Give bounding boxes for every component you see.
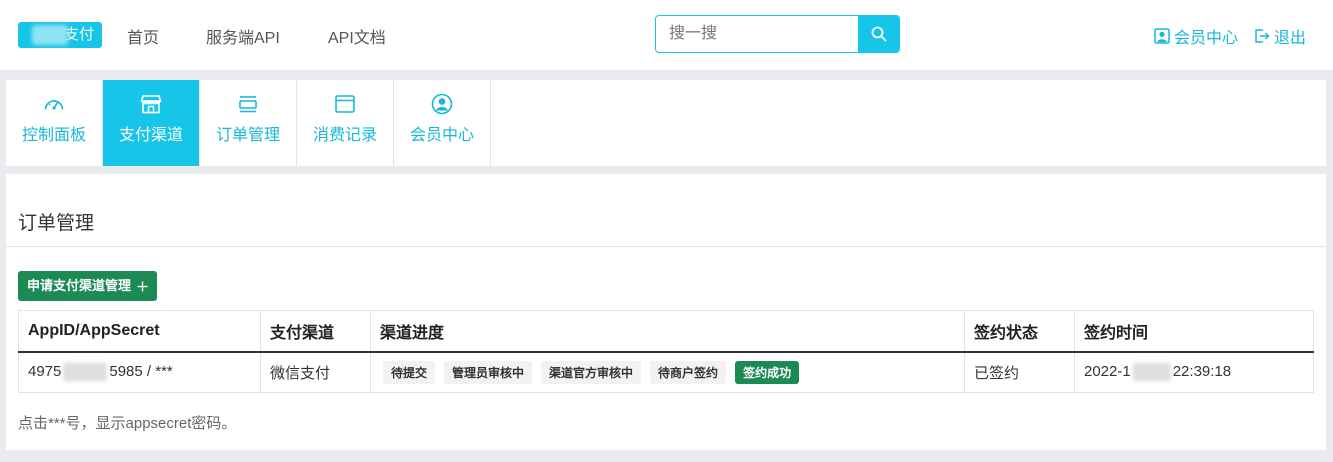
- col-appid: AppID/AppSecret: [18, 310, 261, 353]
- logo[interactable]: 支付: [18, 22, 102, 48]
- logout-icon: [1255, 29, 1270, 43]
- time-suffix: 22:39:18: [1172, 363, 1232, 381]
- tab-dashboard[interactable]: 控制面板: [6, 80, 103, 166]
- table-header-row: AppID/AppSecret 支付渠道 渠道进度 签约状态 签约时间: [18, 310, 1314, 353]
- tab-label: 消费记录: [312, 127, 377, 144]
- progress-step: 待商户签约: [650, 360, 727, 384]
- logout-link[interactable]: 退出: [1254, 24, 1306, 48]
- store-icon: [140, 93, 162, 115]
- time-prefix: 2022-1: [1084, 363, 1131, 381]
- apply-button-label: 申请支付渠道管理: [27, 278, 132, 293]
- appid-cell[interactable]: 4975 5985 / ***: [18, 351, 261, 393]
- col-progress: 渠道进度: [370, 310, 965, 353]
- progress-cell: 待提交 管理员审核中 渠道官方审核中 待商户签约 签约成功: [370, 351, 965, 393]
- col-time: 签约时间: [1074, 310, 1314, 353]
- appsecret-toggle[interactable]: / ***: [143, 363, 173, 380]
- time-cell: 2022-1 22:39:18: [1074, 351, 1314, 393]
- col-status: 签约状态: [964, 310, 1075, 353]
- channel-cell: 微信支付: [260, 351, 371, 393]
- progress-step: 待提交: [383, 360, 436, 384]
- col-channel: 支付渠道: [260, 310, 371, 353]
- progress-step: 渠道官方审核中: [541, 360, 642, 384]
- search-icon: [871, 26, 886, 42]
- member-center-label: 会员中心: [1174, 30, 1239, 47]
- table-row: 4975 5985 / *** 微信支付 待提交 管理员审核中 渠道官方审核中 待商户签…: [18, 351, 1314, 393]
- redacted-mask: [63, 363, 108, 382]
- tab-label: 控制面板: [21, 127, 86, 144]
- status-cell: 已签约: [964, 351, 1075, 393]
- progress-step-done-badge: 签约成功: [735, 360, 800, 384]
- tab-label: 订单管理: [215, 127, 280, 144]
- dashboard-icon: [43, 93, 65, 115]
- order-icon: [237, 93, 259, 115]
- logo-text: 支付: [63, 26, 94, 43]
- search-button[interactable]: [858, 16, 899, 52]
- nav-home[interactable]: 首页: [127, 24, 159, 48]
- tab-order-management[interactable]: 订单管理: [200, 80, 297, 166]
- channel-table: AppID/AppSecret 支付渠道 渠道进度 签约状态 签约时间 4975…: [18, 310, 1314, 393]
- nav-server-api[interactable]: 服务端API: [206, 24, 280, 48]
- nav-api-docs[interactable]: API文档: [328, 24, 386, 48]
- tab-label: 会员中心: [409, 127, 474, 144]
- top-navbar: 支付 首页 服务端API API文档 会员中心 退出: [0, 0, 1333, 70]
- tab-label: 支付渠道: [118, 127, 183, 144]
- progress-step: 管理员审核中: [444, 360, 533, 384]
- appid-prefix: 4975: [28, 363, 62, 381]
- divider: [6, 246, 1326, 247]
- logo-blurred-part: [32, 25, 68, 45]
- search-box: [655, 15, 900, 53]
- user-circle-icon: [431, 93, 453, 115]
- apply-channel-button[interactable]: 申请支付渠道管理: [18, 271, 158, 301]
- order-management-card: 订单管理 申请支付渠道管理 AppID/AppSecret 支付渠道 渠道进度 …: [6, 174, 1326, 450]
- tab-member-center[interactable]: 会员中心: [394, 80, 491, 166]
- module-tabs: 控制面板 支付渠道 订单管理 消费记录 会员中心: [6, 80, 1326, 166]
- member-center-link[interactable]: 会员中心: [1154, 24, 1238, 48]
- browser-window-icon: [334, 93, 356, 115]
- search-input[interactable]: [656, 16, 859, 52]
- redacted-mask: [1132, 363, 1171, 382]
- help-text: 点击***号，显示appsecret密码。: [18, 415, 237, 432]
- plus-icon: [137, 281, 148, 291]
- user-icon: [1154, 28, 1170, 44]
- page-title: 订单管理: [18, 213, 95, 234]
- tab-payment-channel[interactable]: 支付渠道: [103, 80, 200, 166]
- logout-label: 退出: [1274, 30, 1307, 47]
- tab-consumption-records[interactable]: 消费记录: [297, 80, 394, 166]
- appid-suffix: 5985: [109, 363, 143, 381]
